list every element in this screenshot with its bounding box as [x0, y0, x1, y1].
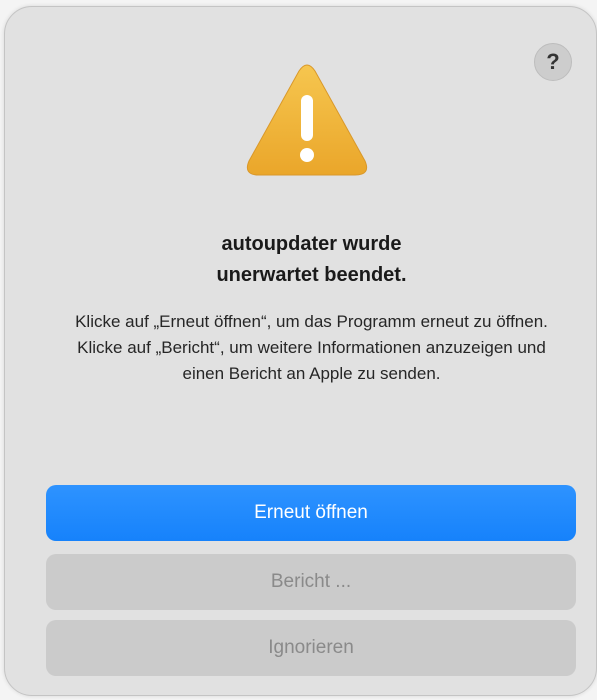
crash-alert-dialog: ? autoupdater wurde unerwartet beendet. …: [4, 6, 597, 696]
warning-triangle-icon: [246, 64, 368, 176]
dialog-title: autoupdater wurde unerwartet beendet.: [45, 229, 578, 291]
dialog-message: Klicke auf „Erneut öffnen“, um das Progr…: [75, 312, 548, 383]
reopen-button[interactable]: Erneut öffnen: [46, 485, 576, 541]
report-button[interactable]: Bericht ...: [46, 554, 576, 610]
ignore-button[interactable]: Ignorieren: [46, 620, 576, 676]
help-button[interactable]: ?: [534, 43, 572, 81]
dialog-title-line-1: autoupdater wurde: [221, 233, 402, 255]
dialog-title-line-2: unerwartet beendet.: [216, 264, 407, 286]
